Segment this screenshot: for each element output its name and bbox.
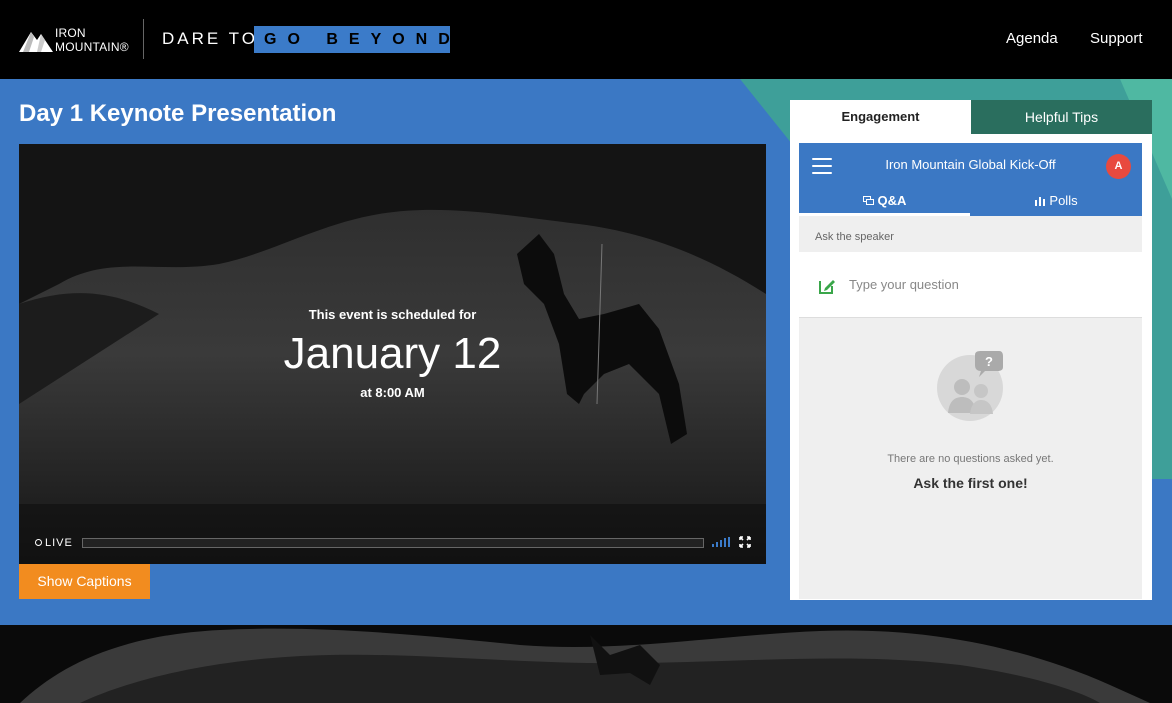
ask-speaker-label: Ask the speaker: [815, 231, 894, 243]
avatar[interactable]: A: [1106, 154, 1131, 179]
show-captions-button[interactable]: Show Captions: [19, 564, 150, 599]
main-stage: Day 1 Keynote Presentation This event is…: [0, 79, 1172, 625]
empty-state-cta: Ask the first one!: [913, 475, 1028, 491]
tab-qa[interactable]: Q&A: [799, 193, 970, 216]
schedule-lead-text: This event is scheduled for: [308, 307, 477, 322]
page-title: Day 1 Keynote Presentation: [19, 100, 337, 127]
live-indicator: LIVE: [35, 536, 73, 550]
tab-helpful-tips[interactable]: Helpful Tips: [971, 100, 1152, 134]
tagline-dare: DARE TO: [162, 29, 258, 48]
live-dot-icon: [35, 539, 42, 546]
question-input[interactable]: [849, 274, 1119, 294]
empty-state-text: There are no questions asked yet.: [887, 453, 1054, 465]
video-player[interactable]: This event is scheduled for January 12 a…: [19, 144, 766, 564]
nav-agenda-link[interactable]: Agenda: [1006, 30, 1058, 48]
tagline-highlight: GO BEYOND: [254, 26, 450, 53]
mountain-logo-icon: [19, 32, 53, 52]
schedule-time: at 8:00 AM: [360, 385, 425, 400]
question-people-icon: ?: [937, 351, 1003, 421]
tab-qa-label: Q&A: [877, 193, 907, 208]
iron-mountain-logo[interactable]: IRON MOUNTAIN®: [19, 25, 129, 55]
progress-bar[interactable]: [82, 538, 704, 548]
logo-wordmark: IRON MOUNTAIN®: [55, 26, 129, 54]
video-controls: LIVE: [19, 528, 766, 558]
signal-icon[interactable]: [712, 537, 730, 547]
bar-chart-icon: [1035, 197, 1046, 206]
widget-header: Iron Mountain Global Kick-Off A Q&A Poll…: [799, 143, 1142, 216]
footer-photo-strip: [0, 625, 1172, 703]
edit-icon: [819, 280, 835, 294]
question-box[interactable]: [799, 252, 1142, 318]
svg-text:?: ?: [985, 354, 993, 369]
widget-title: Iron Mountain Global Kick-Off: [885, 157, 1056, 172]
qa-widget: Iron Mountain Global Kick-Off A Q&A Poll…: [799, 143, 1142, 599]
site-header: IRON MOUNTAIN® DARE TO GO BEYOND Agenda …: [0, 0, 1172, 79]
header-divider: [143, 19, 144, 59]
fullscreen-icon[interactable]: [739, 536, 751, 548]
logo-line-1: IRON: [55, 26, 86, 40]
chat-icon: [862, 196, 874, 205]
nav-support-link[interactable]: Support: [1090, 30, 1143, 48]
tab-engagement[interactable]: Engagement: [790, 100, 971, 134]
tab-polls-label: Polls: [1049, 193, 1078, 208]
schedule-date: January 12: [283, 329, 502, 378]
live-label: LIVE: [45, 537, 73, 549]
tab-polls[interactable]: Polls: [971, 193, 1142, 216]
engagement-panel: Engagement Helpful Tips Iron Mountain Gl…: [790, 100, 1152, 600]
logo-line-2: MOUNTAIN®: [55, 40, 129, 54]
footer-background-image: [0, 625, 1172, 703]
